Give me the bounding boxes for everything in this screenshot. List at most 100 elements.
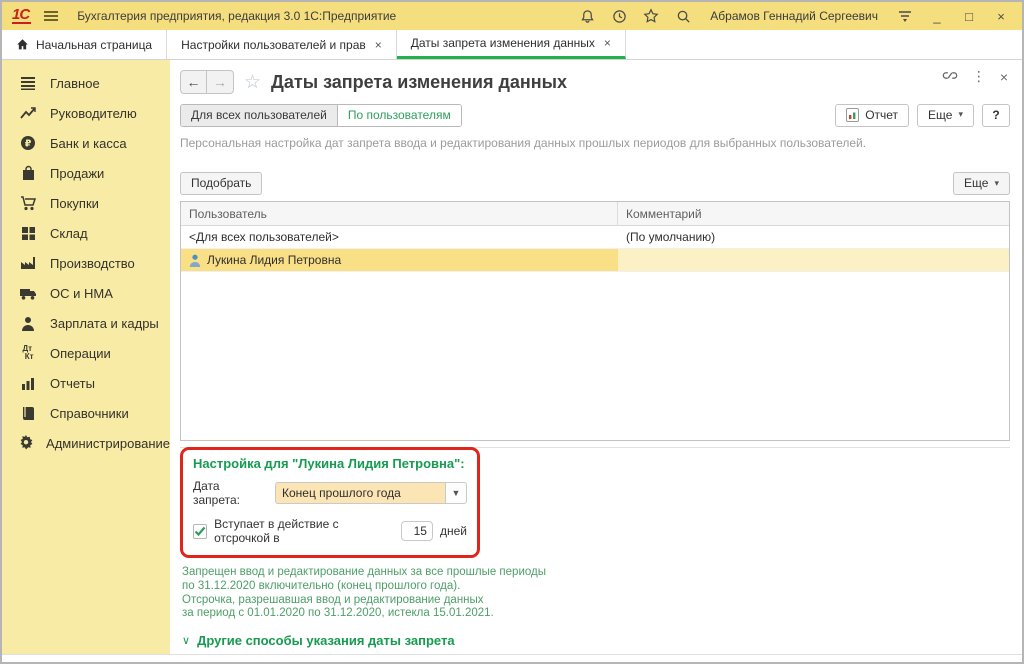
- other-methods-header[interactable]: ∨ Другие способы указания даты запрета: [182, 633, 1010, 648]
- forward-button[interactable]: →: [207, 71, 233, 93]
- chevron-down-icon: ▾: [958, 109, 963, 120]
- sidebar-item-label: Производство: [50, 256, 135, 271]
- tab-close-icon[interactable]: ×: [375, 38, 382, 52]
- service-menu-icon[interactable]: [894, 5, 916, 27]
- cart-icon: [18, 196, 38, 211]
- report-button[interactable]: Отчет: [835, 104, 909, 127]
- close-form-icon[interactable]: ×: [1000, 69, 1008, 85]
- truck-icon: [18, 287, 38, 300]
- cell-user: Лукина Лидия Петровна: [181, 249, 618, 271]
- sidebar-item-label: Покупки: [50, 196, 99, 211]
- sidebar-item-manager[interactable]: Руководителю: [2, 98, 170, 128]
- date-restriction-value[interactable]: Конец прошлого года: [275, 482, 445, 504]
- cell-comment: [618, 249, 1009, 271]
- table-row-selected[interactable]: Лукина Лидия Петровна: [181, 249, 1009, 272]
- search-icon[interactable]: [672, 5, 694, 27]
- sidebar-item-label: Продажи: [50, 166, 104, 181]
- tab-home[interactable]: Начальная страница: [2, 30, 167, 59]
- date-restriction-label: Дата запрета:: [193, 479, 269, 507]
- back-button[interactable]: ←: [181, 71, 207, 93]
- menu-icon: [18, 76, 38, 90]
- sidebar-item-purchases[interactable]: Покупки: [2, 188, 170, 218]
- window-title: Бухгалтерия предприятия, редакция 3.0 1С…: [77, 9, 396, 23]
- table-row[interactable]: <Для всех пользователей> (По умолчанию): [181, 226, 1009, 249]
- get-link-icon[interactable]: [942, 69, 958, 85]
- trend-icon: [18, 106, 38, 120]
- current-user[interactable]: Абрамов Геннадий Сергеевич: [710, 9, 878, 23]
- chart-icon: [18, 376, 38, 390]
- sidebar-item-production[interactable]: Производство: [2, 248, 170, 278]
- tab-label: Начальная страница: [36, 38, 152, 52]
- sidebar-item-reports[interactable]: Отчеты: [2, 368, 170, 398]
- history-icon[interactable]: [608, 5, 630, 27]
- titlebar: 1С Бухгалтерия предприятия, редакция 3.0…: [2, 2, 1022, 30]
- sidebar: Главное Руководителю ₽ Банк и касса Прод…: [2, 60, 170, 654]
- book-icon: [18, 406, 38, 421]
- sidebar-item-label: ОС и НМА: [50, 286, 113, 301]
- column-header-comment[interactable]: Комментарий: [618, 202, 1009, 225]
- ruble-icon: ₽: [18, 135, 38, 151]
- svg-text:₽: ₽: [25, 139, 32, 150]
- favorites-star-icon[interactable]: [640, 5, 662, 27]
- tabbar: Начальная страница Настройки пользовател…: [2, 30, 1022, 60]
- tab-close-icon[interactable]: ×: [604, 36, 611, 50]
- more-button[interactable]: Еще▾: [917, 104, 974, 127]
- tab-user-settings[interactable]: Настройки пользователей и прав ×: [167, 30, 397, 59]
- maximize-button[interactable]: □: [958, 5, 980, 27]
- sidebar-item-label: Операции: [50, 346, 111, 361]
- sidebar-item-label: Администрирование: [46, 436, 170, 451]
- tab-restriction-dates[interactable]: Даты запрета изменения данных ×: [397, 30, 626, 59]
- delay-checkbox[interactable]: [193, 524, 207, 539]
- window-bottom-edge: [2, 654, 1022, 662]
- grid-icon: [18, 226, 38, 241]
- sidebar-item-bank-cash[interactable]: ₽ Банк и касса: [2, 128, 170, 158]
- page-title: Даты запрета изменения данных: [271, 72, 567, 93]
- minimize-button[interactable]: _: [926, 5, 948, 27]
- sidebar-item-warehouse[interactable]: Склад: [2, 218, 170, 248]
- close-window-button[interactable]: ×: [990, 5, 1012, 27]
- app-window: 1С Бухгалтерия предприятия, редакция 3.0…: [0, 0, 1024, 664]
- history-nav: ← →: [180, 70, 234, 94]
- gear-icon: [18, 435, 34, 451]
- table-more-button[interactable]: Еще▾: [953, 172, 1010, 195]
- more-dots-icon[interactable]: ⋮: [972, 68, 986, 85]
- toggle-all-users[interactable]: Для всех пользователей: [181, 105, 338, 126]
- sidebar-item-label: Банк и касса: [50, 136, 127, 151]
- sidebar-item-label: Справочники: [50, 406, 129, 421]
- sidebar-item-sales[interactable]: Продажи: [2, 158, 170, 188]
- dtkt-icon: Дт Кт: [18, 345, 38, 361]
- sidebar-item-main[interactable]: Главное: [2, 68, 170, 98]
- sidebar-item-directories[interactable]: Справочники: [2, 398, 170, 428]
- delay-suffix: дней: [440, 524, 467, 538]
- restriction-info-text: Запрещен ввод и редактирование данных за…: [182, 566, 1010, 621]
- chevron-down-icon: ∨: [182, 634, 190, 647]
- sidebar-item-label: Отчеты: [50, 376, 95, 391]
- report-icon: [846, 108, 859, 122]
- sidebar-item-label: Руководителю: [50, 106, 137, 121]
- annotation-red-box: Настройка для "Лукина Лидия Петровна": Д…: [180, 447, 480, 558]
- tab-label: Настройки пользователей и прав: [181, 38, 366, 52]
- delay-days-field[interactable]: 15: [401, 521, 433, 541]
- users-table: Пользователь Комментарий <Для всех польз…: [180, 201, 1010, 441]
- factory-icon: [18, 256, 38, 270]
- sidebar-item-label: Зарплата и кадры: [50, 316, 159, 331]
- favorite-star-icon[interactable]: ☆: [244, 71, 261, 94]
- 1c-logo-icon: 1С: [12, 8, 31, 24]
- date-restriction-combo: Конец прошлого года ▼: [275, 482, 467, 504]
- table-empty-area: [181, 272, 1009, 440]
- toggle-by-users[interactable]: По пользователям: [338, 105, 461, 126]
- bag-icon: [18, 165, 38, 181]
- sidebar-item-fixed-assets[interactable]: ОС и НМА: [2, 278, 170, 308]
- tab-label: Даты запрета изменения данных: [411, 36, 595, 50]
- column-header-user[interactable]: Пользователь: [181, 202, 618, 225]
- main-menu-icon[interactable]: [41, 8, 61, 24]
- dropdown-button[interactable]: ▼: [445, 482, 467, 504]
- sidebar-item-payroll-hr[interactable]: Зарплата и кадры: [2, 308, 170, 338]
- pick-users-button[interactable]: Подобрать: [180, 172, 262, 195]
- sidebar-item-operations[interactable]: Дт Кт Операции: [2, 338, 170, 368]
- notifications-bell-icon[interactable]: [576, 5, 598, 27]
- table-header: Пользователь Комментарий: [181, 202, 1009, 226]
- help-button[interactable]: ?: [982, 104, 1010, 127]
- cell-comment: (По умолчанию): [618, 226, 1009, 248]
- sidebar-item-administration[interactable]: Администрирование: [2, 428, 170, 458]
